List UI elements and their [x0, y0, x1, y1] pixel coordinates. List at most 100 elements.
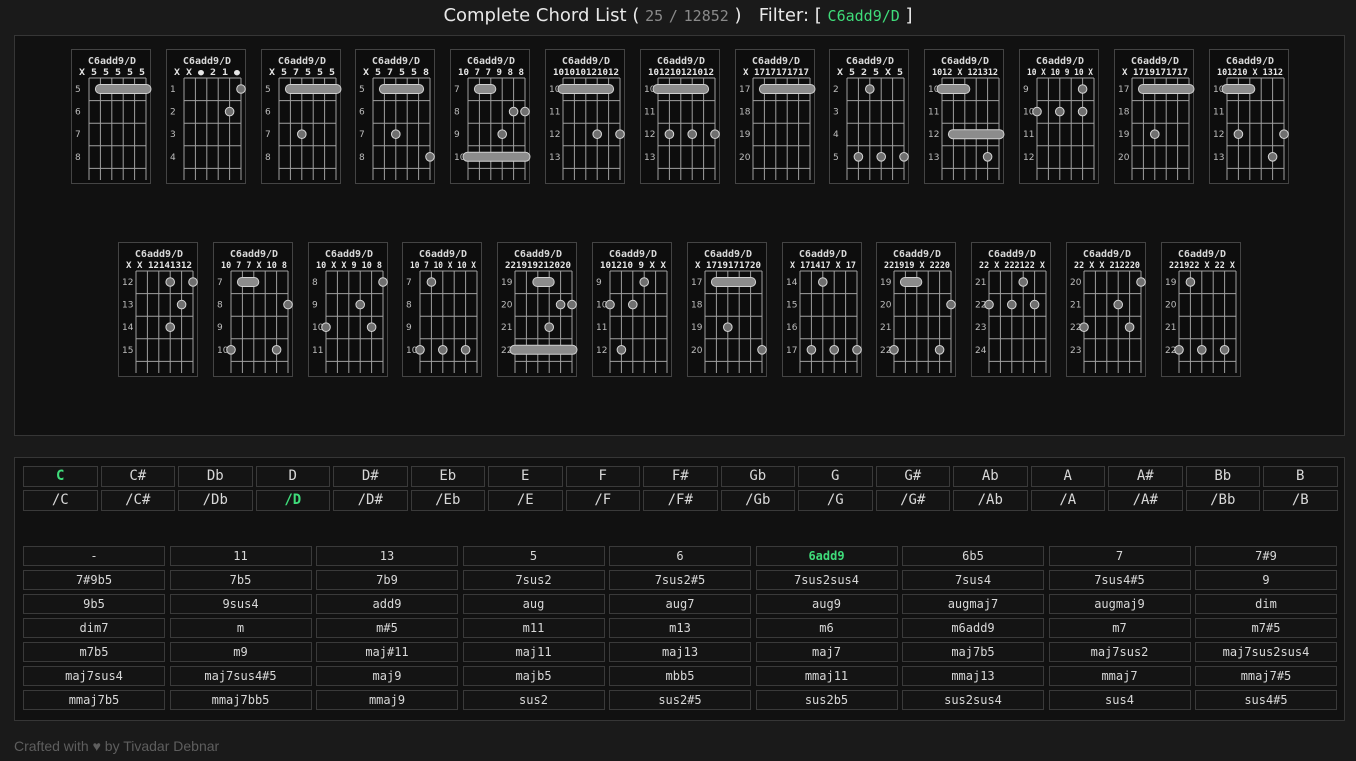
root-note-button[interactable]: C	[23, 466, 98, 487]
chord-quality-button[interactable]: 13	[316, 546, 458, 566]
chord-quality-button[interactable]: m13	[609, 618, 751, 638]
root-note-button[interactable]: C#	[100, 466, 175, 487]
chord-quality-button[interactable]: m	[169, 618, 312, 638]
chord-quality-button[interactable]: maj11	[462, 642, 605, 662]
bass-note-button[interactable]: /G	[798, 490, 873, 511]
root-note-button[interactable]: Gb	[720, 466, 795, 487]
chord-quality-button[interactable]: add9	[316, 594, 458, 614]
chord-quality-button[interactable]: m6add9	[902, 618, 1044, 638]
chord-quality-button[interactable]: maj13	[609, 642, 751, 662]
chord-quality-button[interactable]: 7sus4#5	[1048, 570, 1191, 590]
chord-quality-button[interactable]: 7	[1048, 546, 1191, 566]
chord-quality-button[interactable]: mmaj7bb5	[169, 690, 312, 710]
bass-note-button[interactable]: /Gb	[720, 490, 795, 511]
chord-quality-button[interactable]: 7sus2sus4	[755, 570, 898, 590]
bass-note-button[interactable]: /Ab	[953, 490, 1028, 511]
bass-note-button[interactable]: /B	[1263, 490, 1338, 511]
chord-quality-button[interactable]: sus2sus4	[902, 690, 1044, 710]
chord-quality-button[interactable]: -	[23, 546, 165, 566]
chord-quality-button[interactable]: aug7	[609, 594, 751, 614]
chord-quality-button[interactable]: mmaj7	[1048, 666, 1191, 686]
chord-quality-button[interactable]: m11	[462, 618, 605, 638]
chord-quality-button[interactable]: majb5	[462, 666, 605, 686]
chord-card[interactable]: C6add9/D 22 X X 212220 20 21 22 23	[1066, 242, 1146, 377]
chord-card[interactable]: C6add9/D 22 X 222122 X 21 22 23 24	[971, 242, 1052, 377]
chord-quality-button[interactable]: aug	[462, 594, 605, 614]
bass-note-button[interactable]: /Db	[178, 490, 253, 511]
chord-quality-button[interactable]: sus4	[1048, 690, 1191, 710]
chord-quality-button[interactable]: mbb5	[609, 666, 751, 686]
bass-note-button[interactable]: /D	[255, 490, 330, 511]
chord-card[interactable]: C6add9/D X 5 7 5 5 8 5 6 7 8	[355, 49, 436, 184]
root-note-button[interactable]: D#	[333, 466, 408, 487]
chord-card[interactable]: C6add9/D X 5 7 5 5 5 5 6 7 8	[260, 49, 342, 184]
chord-quality-button[interactable]: 7#9b5	[23, 570, 165, 590]
chord-quality-button[interactable]: m7#5	[1195, 618, 1337, 638]
root-note-button[interactable]: A	[1030, 466, 1105, 487]
bass-note-button[interactable]: /E	[488, 490, 563, 511]
chord-card[interactable]: C6add9/D 101210 X 1312 10 11 12 13	[1208, 49, 1289, 184]
chord-quality-button[interactable]: m7b5	[23, 642, 165, 662]
chord-quality-button[interactable]: maj7sus4#5	[169, 666, 312, 686]
bass-note-button[interactable]: /Bb	[1185, 490, 1260, 511]
chord-quality-button[interactable]: mmaj7b5	[23, 690, 165, 710]
chord-quality-button[interactable]: 11	[169, 546, 312, 566]
chord-card[interactable]: C6add9/D 10 X 10 9 10 X 9 10 11 12	[1019, 49, 1099, 184]
chord-card[interactable]: C6add9/D 10 7 10 X 10 X 7 8 9 10	[402, 242, 483, 377]
chord-card[interactable]: C6add9/D 10 X X 9 10 8 8 9 10 11	[307, 242, 388, 377]
chord-card[interactable]: C6add9/D 101210121012 10 11 12 13	[639, 49, 720, 184]
chord-quality-button[interactable]: m7	[1048, 618, 1191, 638]
bass-note-button[interactable]: /A#	[1108, 490, 1183, 511]
chord-quality-button[interactable]: 9	[1195, 570, 1337, 590]
chord-quality-button[interactable]: m9	[169, 642, 312, 662]
chord-card[interactable]: C6add9/D X 1717171717 17 18 19 20	[734, 49, 816, 184]
chord-card[interactable]: C6add9/D X X ● 2 1 ● 1 2 3 4	[165, 49, 246, 184]
root-note-button[interactable]: Bb	[1185, 466, 1260, 487]
chord-quality-button[interactable]: maj7	[755, 642, 898, 662]
chord-quality-button[interactable]: dim	[1195, 594, 1337, 614]
root-note-button[interactable]: Db	[178, 466, 253, 487]
chord-quality-button[interactable]: mmaj7#5	[1195, 666, 1337, 686]
chord-quality-button[interactable]: maj9	[316, 666, 458, 686]
chord-quality-button[interactable]: sus4#5	[1195, 690, 1337, 710]
bass-note-button[interactable]: /C	[23, 490, 98, 511]
chord-quality-button[interactable]: 5	[462, 546, 605, 566]
chord-quality-button[interactable]: 7sus2#5	[609, 570, 751, 590]
root-note-button[interactable]: A#	[1108, 466, 1183, 487]
chord-quality-button[interactable]: 7sus4	[902, 570, 1044, 590]
chord-quality-button[interactable]: maj7sus2	[1048, 642, 1191, 662]
chord-quality-button[interactable]: 6	[609, 546, 751, 566]
chord-quality-button[interactable]: mmaj11	[755, 666, 898, 686]
chord-quality-button[interactable]: sus2#5	[609, 690, 751, 710]
chord-quality-button[interactable]: mmaj13	[902, 666, 1044, 686]
bass-note-button[interactable]: /F#	[643, 490, 718, 511]
chord-quality-button[interactable]: aug9	[755, 594, 898, 614]
chord-card[interactable]: C6add9/D 101010121012 10 11 12 13	[545, 49, 625, 184]
bass-note-button[interactable]: /F	[565, 490, 640, 511]
bass-note-button[interactable]: /A	[1030, 490, 1105, 511]
root-note-button[interactable]: F	[565, 466, 640, 487]
chord-card[interactable]: C6add9/D 221919212020 19 20 21 22	[497, 242, 578, 377]
root-note-button[interactable]: F#	[643, 466, 718, 487]
chord-quality-button[interactable]: m6	[755, 618, 898, 638]
root-note-button[interactable]: Eb	[410, 466, 485, 487]
chord-quality-button[interactable]: m#5	[316, 618, 458, 638]
chord-quality-button[interactable]: 7#9	[1195, 546, 1337, 566]
chord-quality-button[interactable]: maj7b5	[902, 642, 1044, 662]
chord-card[interactable]: C6add9/D 10 7 7 9 8 8 7 8 9 10	[450, 49, 531, 184]
chord-quality-button[interactable]: maj7sus2sus4	[1195, 642, 1337, 662]
chord-quality-button[interactable]: mmaj9	[316, 690, 458, 710]
chord-card[interactable]: C6add9/D X 1719171720 17 18 19 20	[686, 242, 767, 377]
root-note-button[interactable]: Ab	[953, 466, 1028, 487]
root-note-button[interactable]: B	[1263, 466, 1338, 487]
chord-quality-button[interactable]: 9b5	[23, 594, 165, 614]
chord-card[interactable]: C6add9/D 221922 X 22 X 19 20 21 22	[1160, 242, 1241, 377]
root-note-button[interactable]: D	[255, 466, 330, 487]
chord-quality-button[interactable]: 6b5	[902, 546, 1044, 566]
chord-card[interactable]: C6add9/D 10 7 7 X 10 8 7 8 9 10	[212, 242, 293, 377]
chord-quality-button[interactable]: 7b5	[169, 570, 312, 590]
chord-card[interactable]: C6add9/D 101210 9 X X 9 10 11 12	[592, 242, 672, 377]
chord-quality-button[interactable]: 7sus2	[462, 570, 605, 590]
chord-quality-button[interactable]: sus2b5	[755, 690, 898, 710]
chord-card[interactable]: C6add9/D 221919 X 2220 19 20 21 22	[876, 242, 957, 377]
